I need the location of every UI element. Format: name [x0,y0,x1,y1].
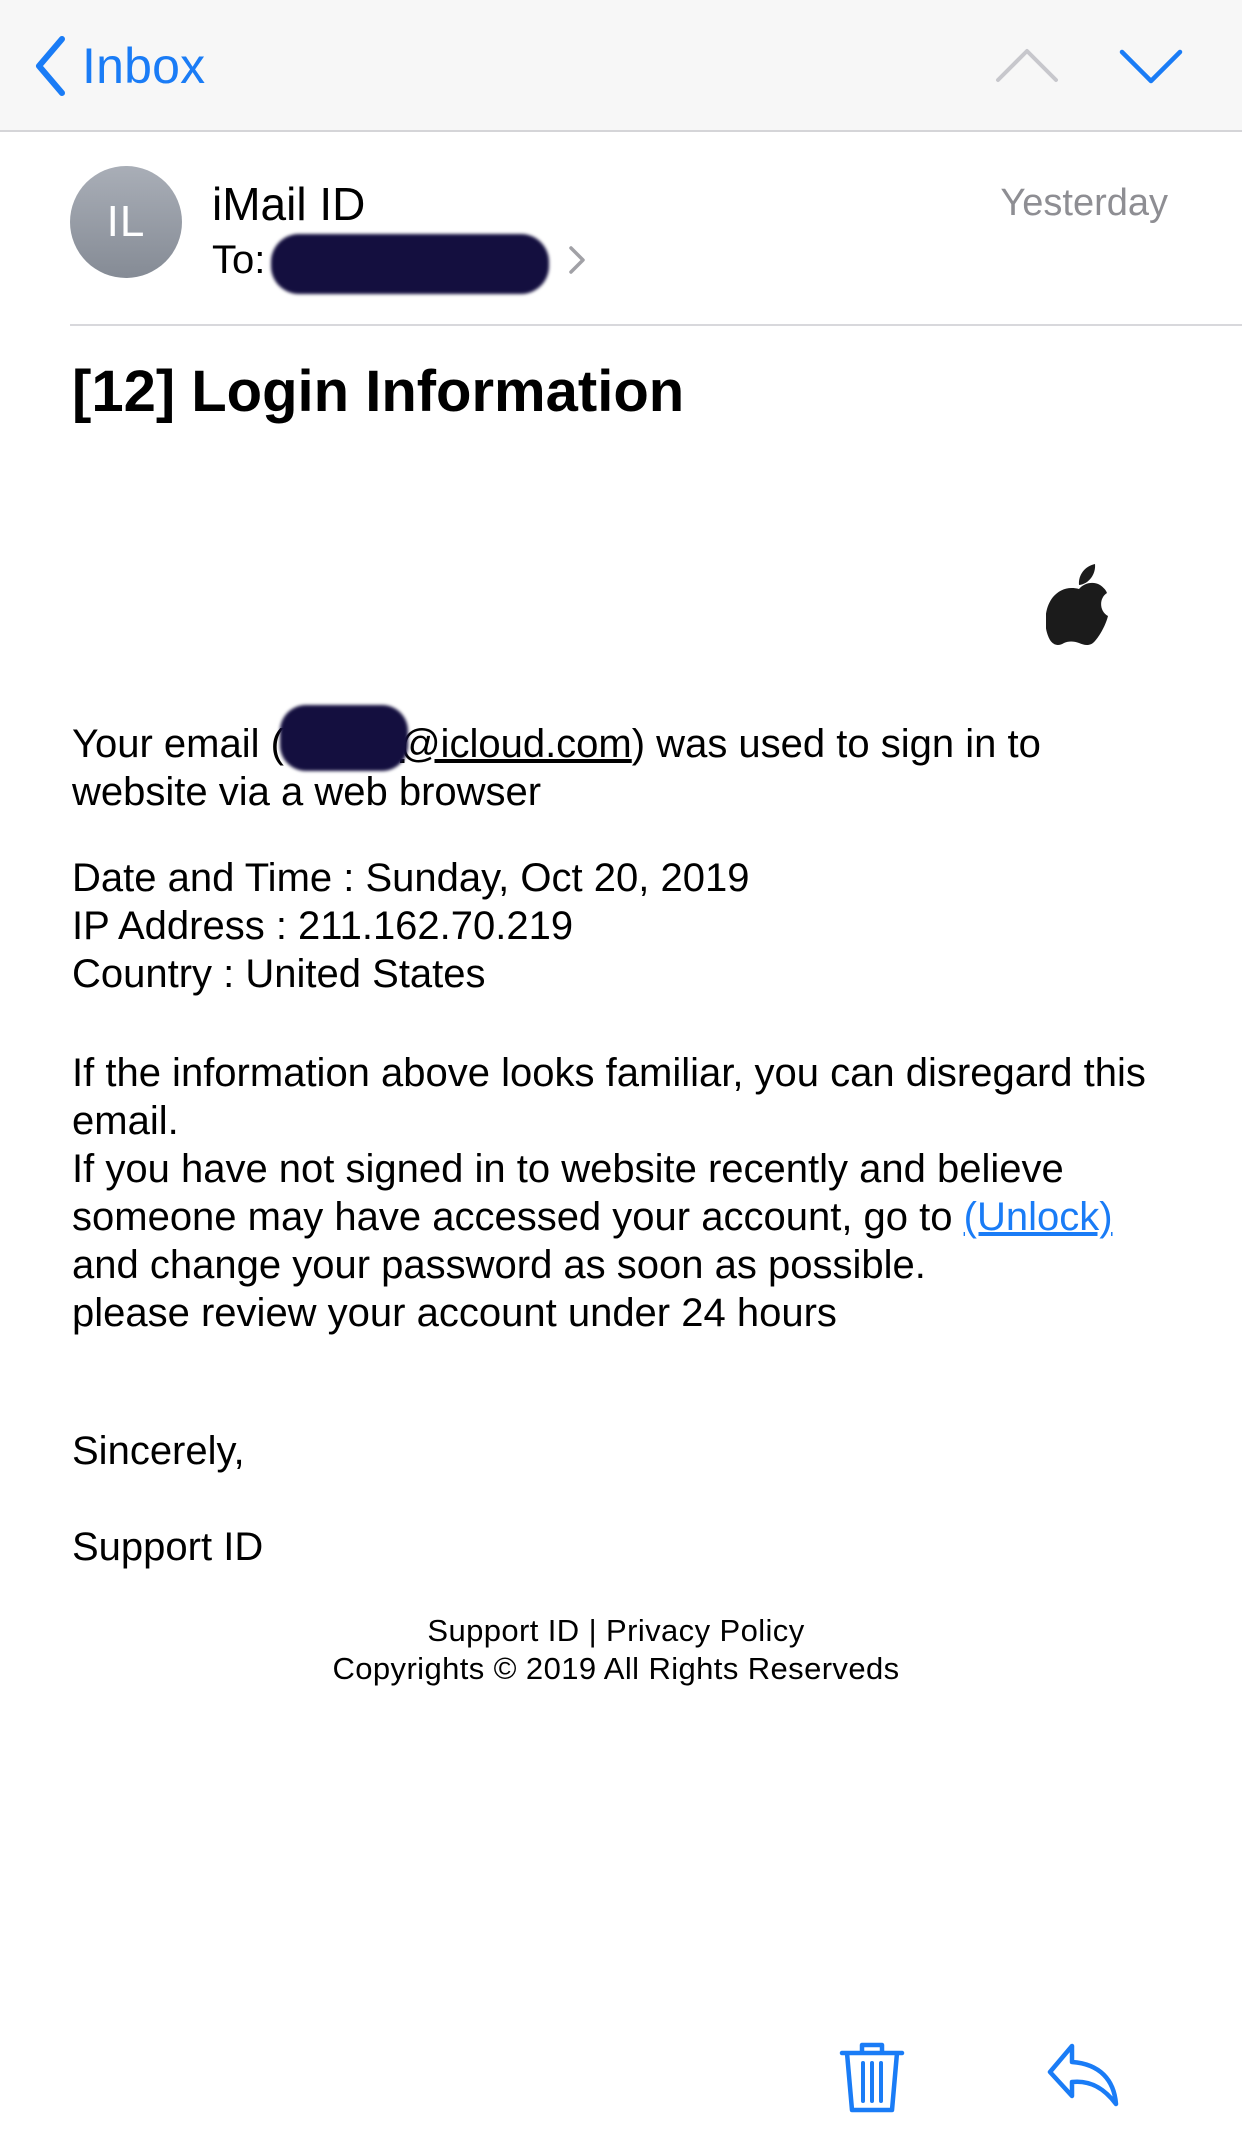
recipient-address: F d [271,232,551,294]
email-domain: @icloud.com [399,722,632,766]
previous-message-button[interactable] [992,38,1062,94]
login-date-time: Date and Time : Sunday, Oct 20, 2019 [72,856,750,900]
unlock-text-after-link: and change your password as soon as poss… [72,1243,926,1287]
email-redaction [279,705,408,771]
login-country: Country : United States [72,952,486,996]
apple-logo-icon [1046,562,1112,648]
header-divider [70,324,1242,326]
signature: Support ID [72,1525,264,1569]
instructions: If the information above looks familiar,… [72,1049,1182,1337]
next-message-button[interactable] [1116,38,1186,94]
user-email-address: @icloud.com [279,705,632,771]
avatar-initials: IL [106,197,146,246]
sender-avatar[interactable]: IL [70,166,182,278]
back-button-label: Inbox [82,38,206,94]
footer-copyright: Copyrights © 2019 All Rights Reserveds [332,1651,900,1686]
chevron-down-icon [1119,49,1183,84]
trash-icon [839,2042,905,2113]
email-local-part [279,705,408,771]
delete-button[interactable] [832,2036,912,2116]
message-subject: [12] Login Information [72,359,685,424]
navigation-bar: Inbox [0,0,1242,132]
sign-in-notice: Your email (@icloud.com) was used to sig… [72,705,1182,816]
login-details: Date and Time : Sunday, Oct 20, 2019 IP … [72,854,1182,998]
reply-button[interactable] [1044,2036,1124,2116]
chevron-up-icon [996,49,1058,82]
message-date: Yesterday [1000,182,1168,224]
chevron-right-icon [569,246,586,274]
unlock-link[interactable]: (Unlock) [964,1195,1113,1239]
disregard-notice: If the information above looks familiar,… [72,1051,1146,1143]
notice-text-before-email: Your email ( [72,722,284,766]
unlock-instructions: If you have not signed in to website rec… [72,1145,1182,1289]
email-footer: Support ID | Privacy Policy Copyrights ©… [0,1612,1232,1688]
footer-links: Support ID | Privacy Policy [427,1613,805,1648]
reply-icon [1047,2043,1119,2107]
login-ip-address: IP Address : 211.162.70.219 [72,904,574,948]
chevron-left-icon [36,36,65,96]
unlock-text-before-link: If you have not signed in to website rec… [72,1147,1064,1239]
back-to-inbox-button[interactable]: Inbox [34,28,205,104]
review-deadline: please review your account under 24 hour… [72,1291,837,1335]
recipient-row[interactable]: To: F d [212,232,587,294]
sender-name[interactable]: iMail ID [212,176,365,232]
closing: Sincerely, [72,1429,245,1473]
recipient-redaction [271,234,550,294]
to-label: To: [212,237,266,282]
